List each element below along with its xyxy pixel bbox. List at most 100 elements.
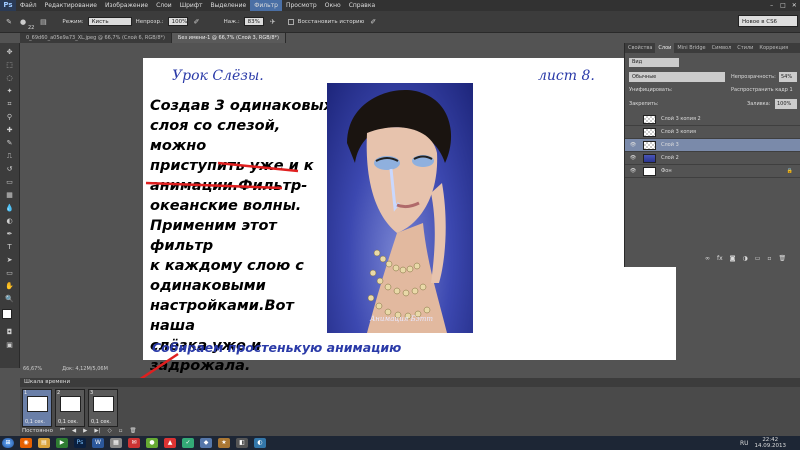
app-icon[interactable]: ▲ <box>164 438 176 448</box>
layer-filter-select[interactable]: Вид <box>629 58 679 67</box>
brush-preset-icon[interactable]: ● <box>18 17 28 27</box>
app-icon[interactable]: ◧ <box>236 438 248 448</box>
frame-delay[interactable]: 0,1 сек. <box>25 419 45 425</box>
menu-help[interactable]: Справка <box>345 0 379 11</box>
mode-select[interactable]: Кисть <box>87 17 132 26</box>
pen-tool-icon[interactable]: ✒ <box>3 229 17 240</box>
tab-document-2[interactable]: Без имени-1 @ 66,7% (Слой 3, RGB/8*) <box>171 33 286 43</box>
menu-filter[interactable]: Фильтр <box>250 0 282 11</box>
menu-type[interactable]: Шрифт <box>176 0 207 11</box>
app-icon[interactable]: ● <box>146 438 158 448</box>
propagate-label[interactable]: Распространить кадр 1 <box>731 87 793 93</box>
blend-mode-select[interactable]: Обычные <box>629 72 725 82</box>
gradient-icon[interactable]: ▦ <box>3 190 17 201</box>
lasso-tool-icon[interactable]: ◌ <box>3 73 17 84</box>
frame-delay[interactable]: 0,1 сек. <box>58 419 78 425</box>
eye-icon[interactable]: 👁 <box>629 165 637 178</box>
next-frame-icon[interactable]: ▶| <box>94 428 100 434</box>
healing-brush-icon[interactable]: ✚ <box>3 125 17 136</box>
brush-tool-icon-2[interactable]: ✎ <box>3 138 17 149</box>
layer-row[interactable]: 👁 Слой 3 <box>625 139 800 152</box>
menu-image[interactable]: Изображение <box>101 0 152 11</box>
blur-icon[interactable]: 💧 <box>3 203 17 214</box>
menu-file[interactable]: Файл <box>16 0 41 11</box>
maximize-icon[interactable]: □ <box>777 0 788 11</box>
close-icon[interactable]: ✕ <box>789 0 800 11</box>
history-brush-icon[interactable]: ↺ <box>3 164 17 175</box>
mask-icon[interactable]: ◙ <box>730 255 736 262</box>
eye-icon[interactable]: 👁 <box>629 139 637 152</box>
menu-window[interactable]: Окно <box>321 0 345 11</box>
app-icon[interactable]: ◆ <box>200 438 212 448</box>
first-frame-icon[interactable]: ⏮ <box>60 427 65 434</box>
brush-panel-icon[interactable]: ▤ <box>38 17 48 27</box>
workspace-select[interactable]: Новое в CS6 <box>738 15 798 27</box>
delete-frame-icon[interactable]: 🗑 <box>129 428 136 434</box>
firefox-icon[interactable]: ◉ <box>20 438 32 448</box>
magic-wand-icon[interactable]: ✦ <box>3 86 17 97</box>
menu-view[interactable]: Просмотр <box>282 0 321 11</box>
media-icon[interactable]: ▶ <box>56 438 68 448</box>
tab-adjustments[interactable]: Коррекция <box>756 43 791 53</box>
fx-icon[interactable]: fx <box>717 255 723 262</box>
quick-mask-icon[interactable]: ◘ <box>3 327 17 338</box>
clone-stamp-icon[interactable]: ⎍ <box>3 151 17 162</box>
history-checkbox[interactable] <box>287 18 294 25</box>
minimize-icon[interactable]: – <box>766 0 777 11</box>
layer-opacity-field[interactable]: 54% <box>779 72 797 82</box>
tab-document-1[interactable]: 0_69d60_a05e9a73_XL.jpeg @ 66,7% (Слой 6… <box>20 33 172 43</box>
tab-mini-bridge[interactable]: Mini Bridge <box>674 43 708 53</box>
color-swatches[interactable] <box>1 309 18 325</box>
hand-tool-icon[interactable]: ✋ <box>3 281 17 292</box>
layer-row[interactable]: Слой 3 копия <box>625 126 800 139</box>
link-icon[interactable]: ∞ <box>705 255 710 262</box>
new-layer-icon[interactable]: ▫ <box>767 255 771 262</box>
flow-field[interactable]: 83% <box>243 17 264 26</box>
crop-tool-icon[interactable]: ⌗ <box>3 99 17 110</box>
tab-character[interactable]: Символ <box>709 43 735 53</box>
menu-layers[interactable]: Слои <box>152 0 176 11</box>
layer-row[interactable]: Слой 3 копия 2 <box>625 113 800 126</box>
eraser-icon[interactable]: ▭ <box>3 177 17 188</box>
move-tool-icon[interactable]: ✥ <box>3 47 17 58</box>
word-icon[interactable]: W <box>92 438 104 448</box>
app-icon[interactable]: ✉ <box>128 438 140 448</box>
menu-edit[interactable]: Редактирование <box>41 0 101 11</box>
app-icon[interactable]: ▦ <box>110 438 122 448</box>
new-frame-icon[interactable]: ▫ <box>119 428 123 434</box>
prev-frame-icon[interactable]: ◀ <box>72 428 76 434</box>
play-icon[interactable]: ▶ <box>83 428 87 434</box>
clock[interactable]: 22:42 14.09.2013 <box>755 437 787 449</box>
fill-field[interactable]: 100% <box>775 99 797 109</box>
tween-icon[interactable]: ◇ <box>107 428 111 434</box>
layer-row[interactable]: 👁 Фон 🔒 <box>625 165 800 178</box>
layer-row[interactable]: 👁 Слой 2 <box>625 152 800 165</box>
menu-select[interactable]: Выделение <box>206 0 250 11</box>
path-select-icon[interactable]: ➤ <box>3 255 17 266</box>
animation-frame[interactable]: 2 0,1 сек. <box>55 389 85 427</box>
zoom-tool-icon[interactable]: 🔍 <box>3 294 17 305</box>
marquee-tool-icon[interactable]: ⬚ <box>3 60 17 71</box>
pressure-opacity-icon[interactable]: ✐ <box>192 17 202 27</box>
loop-select[interactable]: Постоянно <box>22 428 53 434</box>
pressure-size-icon[interactable]: ✐ <box>368 17 378 27</box>
dodge-icon[interactable]: ◐ <box>3 216 17 227</box>
animation-frame[interactable]: 1 0,1 сек. <box>22 389 52 427</box>
frame-delay[interactable]: 0,1 сек. <box>91 419 111 425</box>
photoshop-taskbar-icon[interactable]: Ps <box>74 438 86 448</box>
brush-tool-icon[interactable]: ✎ <box>4 17 14 27</box>
app-icon[interactable]: ✓ <box>182 438 194 448</box>
eyedropper-icon[interactable]: ⚲ <box>3 112 17 123</box>
tab-layers[interactable]: Слои <box>655 43 675 53</box>
opacity-field[interactable]: 100% <box>167 17 188 26</box>
app-icon[interactable]: ★ <box>218 438 230 448</box>
shape-tool-icon[interactable]: ▭ <box>3 268 17 279</box>
language-indicator[interactable]: RU <box>740 440 749 447</box>
tab-styles[interactable]: Стили <box>734 43 756 53</box>
animation-frame[interactable]: 3 0,1 сек. <box>88 389 118 427</box>
tab-properties[interactable]: Свойства <box>625 43 655 53</box>
explorer-icon[interactable]: ▤ <box>38 438 50 448</box>
zoom-level[interactable]: 66,67% <box>23 366 42 374</box>
screen-mode-icon[interactable]: ▣ <box>3 340 17 351</box>
trash-icon[interactable]: 🗑 <box>779 255 787 262</box>
